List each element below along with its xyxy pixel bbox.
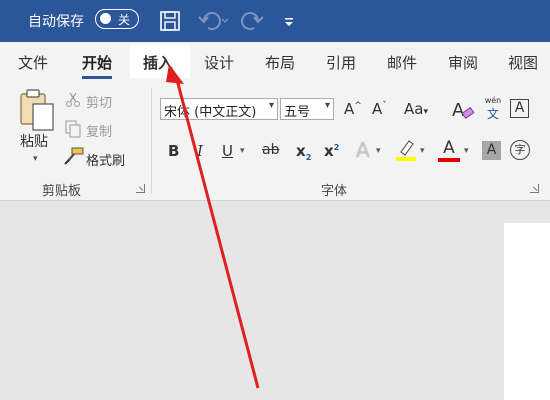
tab-review[interactable]: 审阅	[448, 52, 478, 73]
cut-label[interactable]: 剪切	[86, 92, 112, 111]
paste-label[interactable]: 粘贴	[20, 131, 48, 151]
bold-icon[interactable]: B	[168, 142, 179, 160]
tab-design[interactable]: 设计	[204, 52, 234, 73]
autosave-toggle[interactable]: 关	[95, 9, 139, 29]
clipboard-launcher-icon[interactable]	[136, 184, 145, 193]
font-name-value: 宋体 (中文正文)	[164, 105, 257, 120]
chevron-down-icon: ▾	[268, 100, 274, 111]
change-case-glyph: Aa	[404, 100, 424, 118]
copy-icon[interactable]	[65, 120, 81, 138]
save-icon[interactable]	[158, 9, 182, 33]
redo-icon[interactable]	[240, 9, 266, 33]
font-name-combo[interactable]: 宋体 (中文正文) ▾	[160, 98, 278, 120]
tab-insert[interactable]: 插入	[143, 52, 173, 73]
group-separator	[151, 88, 152, 194]
phonetic-pinyin: wén	[484, 96, 502, 105]
tab-layout[interactable]: 布局	[265, 52, 295, 73]
highlight-dropdown-icon[interactable]: ▾	[420, 146, 425, 156]
subscript-icon[interactable]: x2	[296, 142, 311, 162]
font-group-label: 字体	[321, 184, 348, 199]
strikethrough-icon[interactable]: ab	[262, 142, 279, 158]
tab-home[interactable]: 开始	[82, 52, 113, 79]
clear-formatting-icon[interactable]: A	[451, 98, 475, 122]
underline-dropdown-icon[interactable]: ▾	[240, 146, 245, 156]
tab-mailings[interactable]: 邮件	[387, 52, 417, 73]
svg-text:A: A	[452, 100, 465, 121]
clipboard-group-label: 剪贴板	[42, 184, 82, 199]
cut-icon[interactable]	[65, 92, 81, 108]
character-border-glyph: A	[514, 100, 525, 116]
autosave-state: 关	[118, 13, 131, 27]
highlight-icon[interactable]	[395, 138, 417, 162]
font-size-combo[interactable]: 五号 ▾	[280, 98, 334, 120]
chevron-down-icon: ▾	[324, 100, 330, 111]
enclose-characters-icon[interactable]: 字	[510, 140, 530, 160]
copy-label[interactable]: 复制	[86, 121, 112, 140]
tab-file[interactable]: 文件	[18, 52, 48, 73]
text-effects-dropdown-icon[interactable]: ▾	[376, 146, 381, 156]
grow-font-icon[interactable]: A^	[344, 100, 362, 118]
format-painter-label[interactable]: 格式刷	[86, 150, 125, 169]
text-effects-icon[interactable]: A	[356, 138, 370, 162]
undo-icon[interactable]	[196, 9, 230, 33]
tab-view[interactable]: 视图	[508, 52, 538, 73]
title-bar: 自动保存 关	[0, 0, 550, 42]
format-painter-icon[interactable]	[64, 147, 84, 165]
document-page[interactable]	[504, 223, 550, 400]
font-color-dropdown-icon[interactable]: ▾	[464, 146, 469, 156]
underline-icon[interactable]: U	[222, 142, 233, 160]
ribbon-home: 粘贴 ▾ 剪切 复制 格式刷 剪贴板 宋体 (中文正文) ▾ 五号 ▾ A^ A…	[0, 80, 550, 201]
paste-icon[interactable]	[19, 88, 55, 132]
shrink-font-icon[interactable]: Aˇ	[372, 100, 387, 118]
paste-dropdown-icon[interactable]: ▾	[33, 154, 38, 164]
customize-toolbar-icon[interactable]	[282, 9, 296, 33]
tab-references[interactable]: 引用	[326, 52, 356, 73]
font-size-value: 五号	[284, 105, 311, 120]
document-area	[0, 201, 550, 400]
change-case-icon[interactable]: Aa▾	[404, 100, 428, 118]
character-shading-icon[interactable]: A	[482, 141, 501, 160]
superscript-icon[interactable]: x2	[324, 142, 339, 160]
phonetic-guide-icon[interactable]: wén 文	[481, 96, 505, 124]
toggle-knob	[100, 13, 111, 24]
autosave-label: 自动保存	[28, 14, 84, 30]
italic-icon[interactable]: I	[197, 142, 203, 160]
phonetic-char: 文	[486, 107, 499, 121]
enclose-glyph: 字	[514, 143, 526, 156]
font-color-icon[interactable]: A	[437, 138, 461, 164]
font-launcher-icon[interactable]	[530, 184, 539, 193]
character-border-icon[interactable]: A	[510, 99, 529, 118]
